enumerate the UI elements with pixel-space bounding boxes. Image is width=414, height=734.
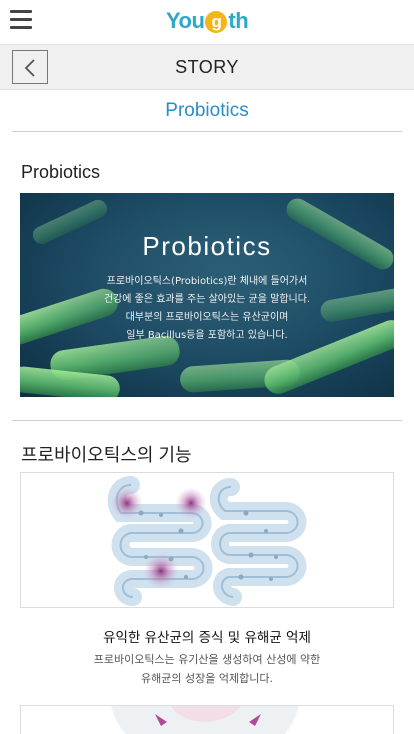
section-title-functions: 프로바이오틱스의 기능 bbox=[21, 445, 192, 465]
hero-text-line: 대부분의 프로바이오틱스는 유산균이며 bbox=[125, 312, 289, 323]
hero-text-line: 건강에 좋은 효과를 주는 살아있는 균을 말합니다. bbox=[103, 294, 311, 305]
hero-text-line: 프로바이오틱스(Probiotics)란 체내에 들어가서 bbox=[106, 276, 308, 287]
feature-title: 유익한 유산균의 증식 및 유해균 억제 bbox=[103, 630, 311, 646]
brand-logo[interactable]: You g th bbox=[166, 8, 249, 34]
top-bar: You g th bbox=[0, 0, 414, 44]
stomach-icon bbox=[111, 706, 299, 734]
title-divider bbox=[12, 131, 402, 132]
intestine-illustration bbox=[20, 472, 394, 608]
body-illustration bbox=[20, 705, 394, 734]
feature-desc-line: 유해균의 성장을 억제합니다. bbox=[141, 672, 273, 685]
hero-title: Probiotics bbox=[142, 231, 272, 261]
hamburger-menu-icon[interactable] bbox=[10, 10, 32, 32]
hero-text-line: 일부 Bacillus등을 포함하고 있습니다. bbox=[126, 330, 288, 341]
story-title: STORY bbox=[175, 57, 239, 77]
page-title: Probiotics bbox=[165, 100, 249, 121]
section-divider bbox=[12, 420, 402, 421]
feature-desc-line: 프로바이오틱스는 유기산을 생성하여 산성에 약한 bbox=[93, 653, 321, 666]
intestine-icon bbox=[107, 476, 307, 606]
probiotics-hero-image: Probiotics 프로바이오틱스(Probiotics)란 체내에 들어가서… bbox=[20, 193, 394, 397]
story-bar: STORY bbox=[0, 44, 414, 90]
section-title-probiotics: Probiotics bbox=[21, 162, 101, 182]
